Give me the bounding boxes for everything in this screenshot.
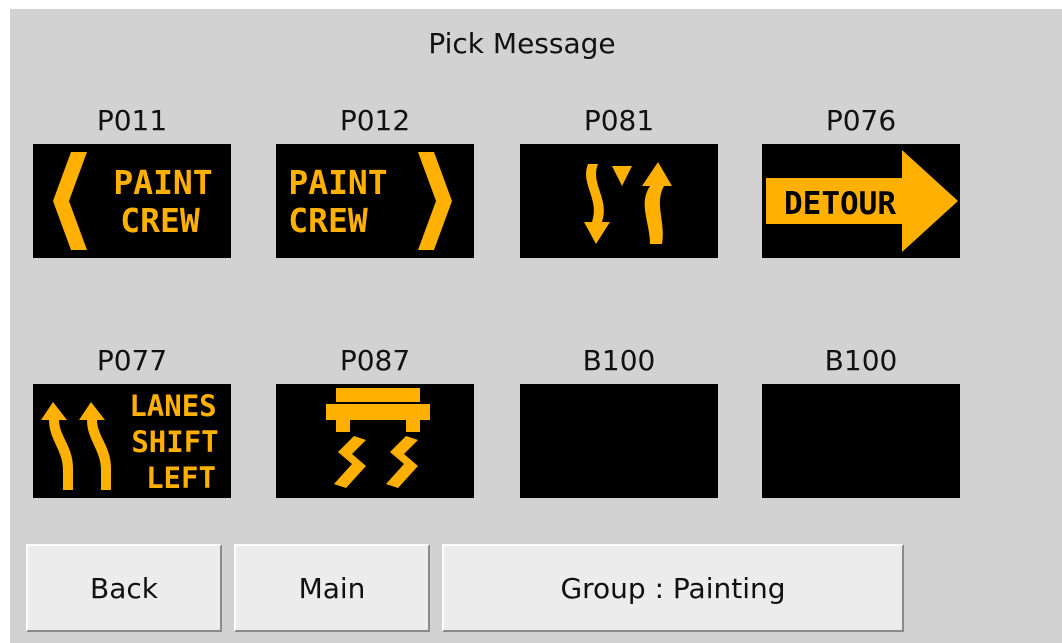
merge-arrows-icon <box>584 162 672 244</box>
message-sign-p087[interactable] <box>276 384 474 498</box>
message-code: P012 <box>339 104 411 137</box>
message-cell-b100: B100 <box>520 344 718 498</box>
group-button[interactable]: Group : Painting <box>442 544 904 632</box>
sign-line-3: LEFT <box>146 461 216 495</box>
sign-line-1: LANES <box>129 389 216 423</box>
message-sign-p077[interactable]: LANES SHIFT LEFT <box>33 384 231 498</box>
message-sign-p011[interactable]: PAINT CREW <box>33 144 231 258</box>
sign-line-2: CREW <box>120 201 200 240</box>
sign-line-2: SHIFT <box>131 425 218 459</box>
sign-line-1: PAINT <box>113 163 212 202</box>
back-button[interactable]: Back <box>26 544 222 632</box>
message-cell-p076: P076 DETOUR <box>762 104 960 258</box>
message-sign-p076[interactable]: DETOUR <box>762 144 960 258</box>
message-code: P077 <box>96 344 168 377</box>
page-title: Pick Message <box>428 27 616 60</box>
message-sign-b100-blank-2[interactable] <box>762 384 960 498</box>
message-code: P087 <box>339 344 411 377</box>
message-sign-b100-blank[interactable] <box>520 384 718 498</box>
slippery-road-icon <box>326 388 430 488</box>
message-cell-b100-2: B100 <box>762 344 960 498</box>
right-arrow-sign-icon: PAINT CREW <box>288 152 452 250</box>
message-sign-p012[interactable]: PAINT CREW <box>276 144 474 258</box>
message-code: B100 <box>582 344 656 377</box>
message-code: B100 <box>824 344 898 377</box>
detour-arrow-icon: DETOUR <box>766 150 958 252</box>
message-cell-p077: P077 LANES SHIFT LEFT <box>33 344 231 498</box>
pick-message-screen: Pick Message P011 PAINT CREW P012 PAINT … <box>10 9 1062 643</box>
message-code: P081 <box>583 104 655 137</box>
left-arrow-sign-icon: PAINT CREW <box>53 152 213 250</box>
message-cell-p011: P011 PAINT CREW <box>33 104 231 258</box>
message-code: P076 <box>825 104 897 137</box>
sign-line-1: PAINT <box>288 163 387 202</box>
main-button[interactable]: Main <box>234 544 430 632</box>
message-cell-p012: P012 PAINT CREW <box>276 104 474 258</box>
sign-line-1: DETOUR <box>784 186 896 222</box>
lanes-shift-left-icon: LANES SHIFT LEFT <box>41 389 219 495</box>
message-code: P011 <box>96 104 168 137</box>
sign-line-2: CREW <box>288 201 368 240</box>
message-cell-p081: P081 <box>520 104 718 258</box>
message-cell-p087: P087 <box>276 344 474 498</box>
message-sign-p081[interactable] <box>520 144 718 258</box>
